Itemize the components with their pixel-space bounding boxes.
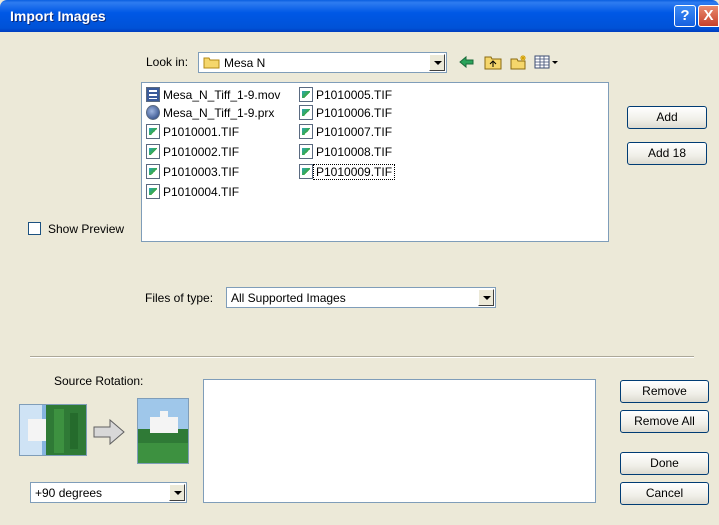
rotation-combo[interactable]: +90 degrees <box>30 482 187 503</box>
show-preview-checkbox[interactable] <box>28 222 41 235</box>
look-in-label: Look in: <box>146 55 189 69</box>
file-name: Mesa_N_Tiff_1-9.mov <box>163 88 281 102</box>
files-of-type-combo[interactable]: All Supported Images <box>226 287 496 308</box>
rotation-value: +90 degrees <box>35 486 103 500</box>
file-name: P1010006.TIF <box>316 106 393 120</box>
image-file-icon <box>146 124 160 139</box>
image-file-icon <box>146 144 160 159</box>
rotation-arrow-icon <box>92 418 126 449</box>
image-file-icon <box>299 87 313 102</box>
view-menu-icon[interactable] <box>534 54 560 70</box>
file-name: P1010003.TIF <box>163 165 240 179</box>
file-name: P1010008.TIF <box>316 145 393 159</box>
source-rotation-label: Source Rotation: <box>54 374 144 388</box>
rotated-thumbnail <box>137 398 189 464</box>
up-folder-icon[interactable] <box>484 54 502 70</box>
image-file-icon <box>146 184 160 199</box>
add-all-button[interactable]: Add 18 <box>627 142 707 165</box>
image-file-icon <box>299 164 313 179</box>
files-of-type-label: Files of type: <box>145 291 214 305</box>
files-of-type-dropdown-button[interactable] <box>478 289 494 306</box>
back-arrow-icon[interactable] <box>458 54 476 70</box>
import-images-dialog: Import Images ? X Look in: Mesa N Mesa_N… <box>0 0 719 525</box>
folder-icon <box>203 56 220 69</box>
look-in-combo[interactable]: Mesa N <box>198 52 447 73</box>
help-button[interactable]: ? <box>674 5 696 27</box>
files-of-type-value: All Supported Images <box>231 291 346 305</box>
show-preview-label: Show Preview <box>48 222 125 236</box>
look-in-dropdown-button[interactable] <box>429 54 445 71</box>
file-name: P1010001.TIF <box>163 125 240 139</box>
file-name: P1010007.TIF <box>316 125 393 139</box>
remove-all-button[interactable]: Remove All <box>620 410 709 433</box>
dialog-title: Import Images <box>10 8 106 24</box>
file-name: P1010005.TIF <box>316 88 393 102</box>
file-list[interactable]: Mesa_N_Tiff_1-9.mov Mesa_N_Tiff_1-9.prx … <box>141 82 609 242</box>
project-file-icon <box>146 105 160 120</box>
source-thumbnail <box>19 404 87 456</box>
image-file-icon <box>299 124 313 139</box>
close-button[interactable]: X <box>698 5 719 27</box>
rotation-dropdown-button[interactable] <box>169 484 185 501</box>
title-bar[interactable]: Import Images ? X <box>0 0 719 32</box>
selected-images-list[interactable] <box>203 379 596 503</box>
new-folder-icon[interactable] <box>510 54 528 70</box>
file-name: P1010009.TIF <box>312 164 396 180</box>
movie-file-icon <box>146 87 160 102</box>
file-name: Mesa_N_Tiff_1-9.prx <box>163 106 275 120</box>
file-name: P1010004.TIF <box>163 185 240 199</box>
done-button[interactable]: Done <box>620 452 709 475</box>
image-file-icon <box>299 105 313 120</box>
file-name: P1010002.TIF <box>163 145 240 159</box>
look-in-value: Mesa N <box>224 56 266 70</box>
image-file-icon <box>299 144 313 159</box>
section-divider <box>30 356 694 358</box>
remove-button[interactable]: Remove <box>620 380 709 403</box>
add-button[interactable]: Add <box>627 106 707 129</box>
image-file-icon <box>146 164 160 179</box>
cancel-button[interactable]: Cancel <box>620 482 709 505</box>
